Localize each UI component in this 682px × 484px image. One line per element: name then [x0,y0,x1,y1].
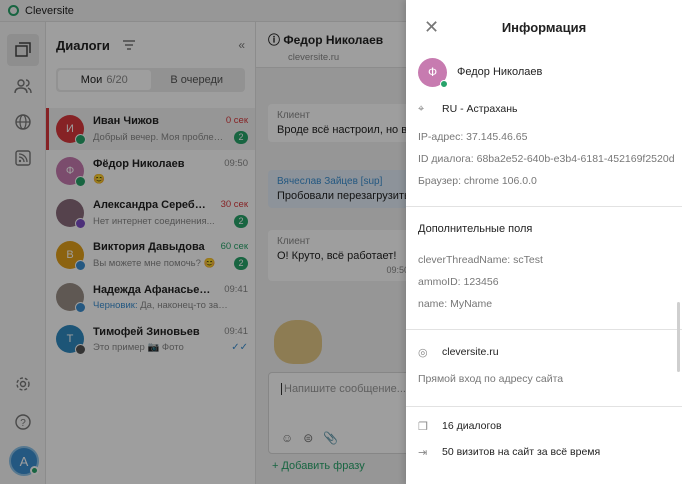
stats-section: ❐ 16 диалогов ⇥ 50 визитов на сайт за вс… [406,406,682,465]
scrollbar[interactable] [677,302,680,372]
avatar: Ф [418,57,448,88]
site-login-row: Прямой вход по адресу сайта [418,373,564,385]
info-user-name: Федор Николаев [457,66,543,78]
online-status-dot [440,79,448,88]
extra-field: ammoID: 123456 [418,276,499,288]
modal-overlay[interactable] [0,0,406,484]
visits-row: ⇥ 50 визитов на сайт за всё время [406,439,682,465]
login-arrow-icon: ⇥ [418,446,428,459]
dialogs-count-text: 16 диалогов [442,420,502,432]
location-pin-icon: ⌖ [418,102,425,115]
dialogs-count-row: ❐ 16 диалогов [406,413,682,439]
browser-row: Браузер: chrome 106.0.0 [418,175,537,187]
site-section: ◎ cleversite.ru Прямой вход по адресу са… [406,329,682,390]
globe-icon: ◎ [418,346,428,359]
visits-text: 50 визитов на сайт за всё время [442,446,601,458]
dialog-id-row: ID диалога: 68ba2e52-640b-e3b4-6181-4521… [418,153,675,165]
close-icon[interactable]: ✕ [424,17,444,38]
site-row: ◎ cleversite.ru [406,336,682,368]
avatar-initial: Ф [427,65,438,79]
location-text: RU - Астрахань [442,103,518,115]
dialogs-icon: ❐ [418,420,428,433]
site-text: cleversite.ru [442,346,499,358]
extra-fields-section: Дополнительные поля cleverThreadName: sc… [406,206,682,315]
location-row: ⌖ RU - Астрахань [406,94,682,124]
extra-fields-title: Дополнительные поля [418,223,533,235]
extra-field: cleverThreadName: scTest [418,254,543,266]
ip-row: IP-адрес: 37.145.46.65 [418,131,528,143]
extra-field: name: MyName [418,298,493,310]
info-panel: ✕ Информация Ф Федор Николаев ⌖ RU - Аст… [406,0,682,484]
info-title: Информация [501,19,587,35]
